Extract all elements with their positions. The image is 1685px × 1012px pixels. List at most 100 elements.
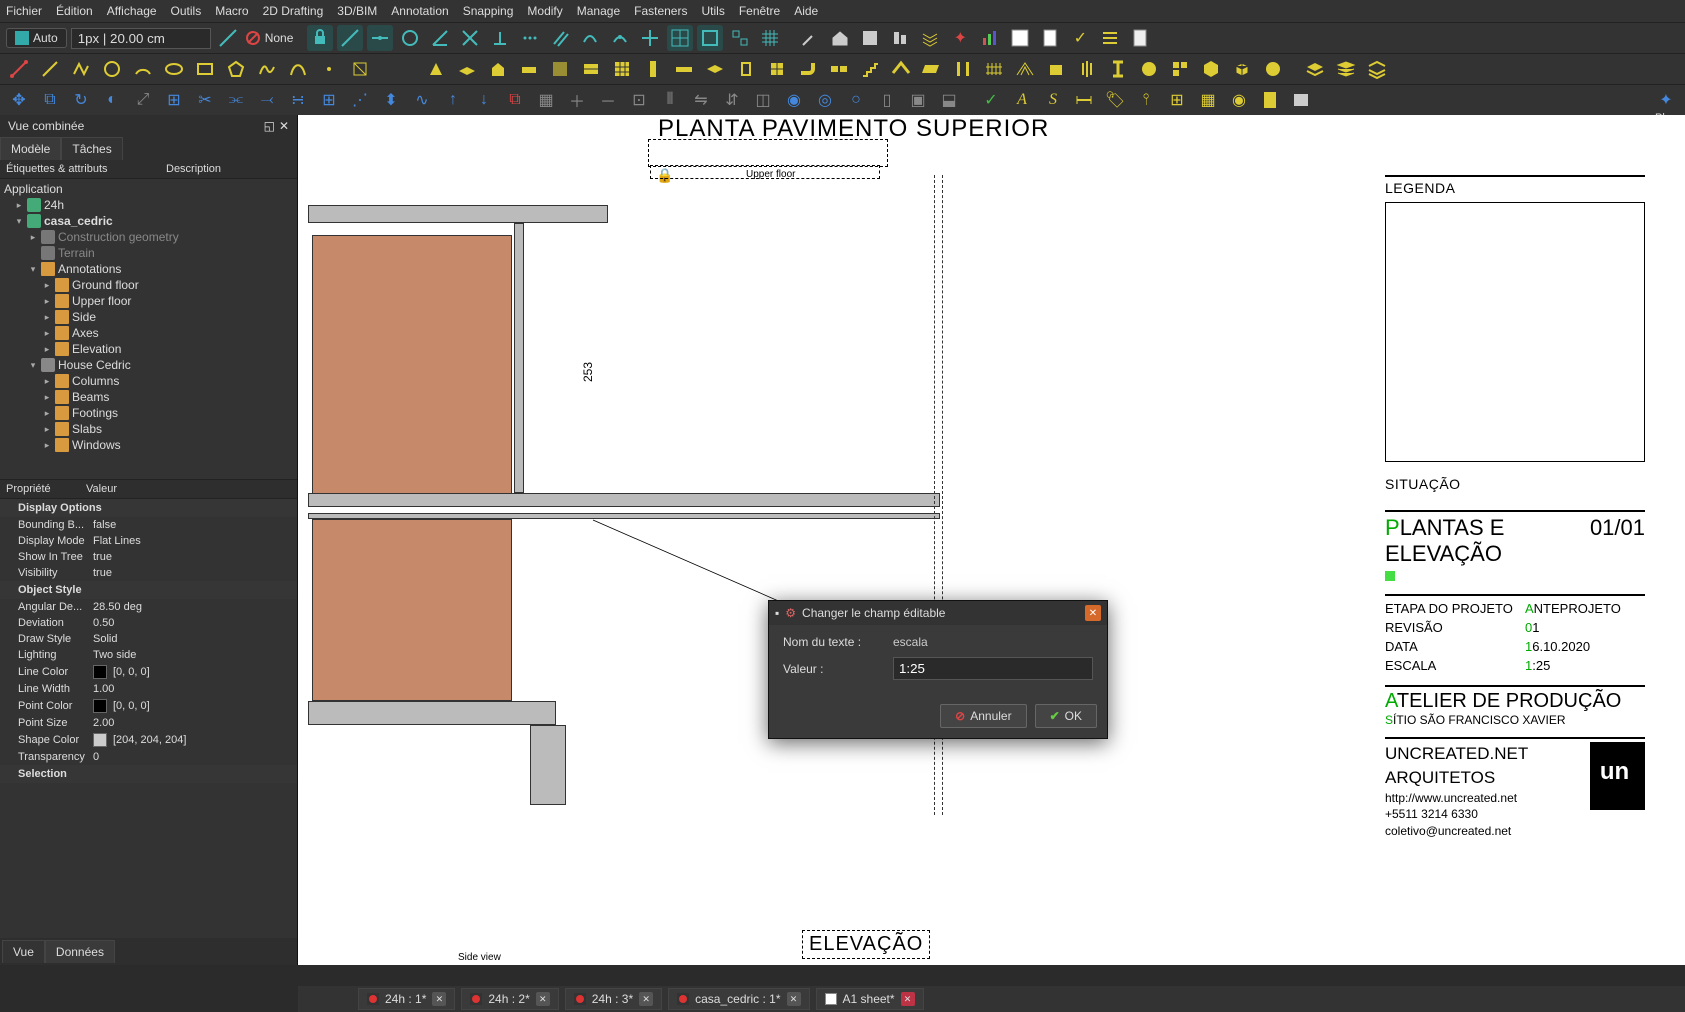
snap-endpoint-icon[interactable] — [337, 25, 363, 51]
axis-icon[interactable]: ✦ — [947, 25, 973, 51]
dialog-close-button[interactable]: ✕ — [1085, 605, 1101, 621]
stretch-icon[interactable]: ▦ — [533, 87, 559, 113]
label-icon[interactable]: 🏷 — [1102, 87, 1128, 113]
bim-box-icon[interactable] — [1229, 56, 1255, 82]
auto-color-button[interactable]: Auto — [6, 28, 67, 48]
bim-component-icon[interactable] — [1198, 56, 1224, 82]
bim-wall-icon[interactable] — [423, 56, 449, 82]
snap-extension-icon[interactable] — [517, 25, 543, 51]
bim-panel-icon[interactable] — [919, 56, 945, 82]
prop-row[interactable]: Bounding B...false — [0, 517, 297, 533]
snap-angle-icon[interactable] — [427, 25, 453, 51]
color-icon[interactable]: ◉ — [1226, 87, 1252, 113]
prop-row[interactable]: Point Color[0, 0, 0] — [0, 697, 297, 715]
bim-material-icon[interactable] — [1136, 56, 1162, 82]
tree-item[interactable]: ▸24h — [0, 197, 297, 213]
mirror2-icon[interactable]: ◫ — [750, 87, 776, 113]
tree-item[interactable]: ▸Construction geometry — [0, 229, 297, 245]
prop-row[interactable]: Deviation0.50 — [0, 615, 297, 631]
cut-plane-icon[interactable]: ▯ — [874, 87, 900, 113]
prop-row[interactable]: Transparency0 — [0, 749, 297, 765]
section-icon[interactable]: ⬓ — [936, 87, 962, 113]
menu-snapping[interactable]: Snapping — [463, 4, 514, 18]
tab-modele[interactable]: Modèle — [0, 137, 61, 160]
array-path-icon[interactable]: ⋰ — [347, 87, 373, 113]
bim-fence-icon[interactable] — [981, 56, 1007, 82]
text-s-icon[interactable]: S — [1040, 87, 1066, 113]
dialog-value-input[interactable] — [893, 657, 1093, 680]
tree-item[interactable]: ▸Slabs — [0, 421, 297, 437]
doc-tab[interactable]: 24h : 1*✕ — [358, 988, 455, 1010]
tree-item[interactable]: ▾casa_cedric — [0, 213, 297, 229]
close-tab-icon[interactable]: ✕ — [432, 992, 446, 1006]
draft-arc-icon[interactable] — [130, 56, 156, 82]
view-icon[interactable] — [1288, 87, 1314, 113]
grid2-icon[interactable]: ⊞ — [1164, 87, 1190, 113]
spreadsheet-icon[interactable] — [1007, 25, 1033, 51]
close-tab-icon[interactable]: ✕ — [787, 992, 801, 1006]
snap-special-icon[interactable] — [577, 25, 603, 51]
align-plus-icon[interactable]: ＋ — [564, 87, 590, 113]
snap-perpendicular-icon[interactable] — [487, 25, 513, 51]
text-doc-icon[interactable] — [1037, 25, 1063, 51]
move-icon[interactable]: ✥ — [6, 87, 32, 113]
bim-slab2-icon[interactable] — [702, 56, 728, 82]
bim-window-icon[interactable] — [764, 56, 790, 82]
bim-column-icon[interactable] — [640, 56, 666, 82]
scale-icon[interactable]: ⤢ — [130, 87, 156, 113]
hatch-icon[interactable]: ▦ — [1195, 87, 1221, 113]
prop-row[interactable]: Shape Color[204, 204, 204] — [0, 731, 297, 749]
snap-grid-icon[interactable] — [667, 25, 693, 51]
site-icon[interactable] — [857, 25, 883, 51]
panel-float-icon[interactable]: ◱ — [264, 119, 275, 133]
close-tab-icon[interactable]: ✕ — [639, 992, 653, 1006]
doc-tab[interactable]: 24h : 3*✕ — [565, 988, 662, 1010]
prop-row[interactable]: Line Color[0, 0, 0] — [0, 663, 297, 681]
dialog-cancel-button[interactable]: ⊘Annuler — [940, 704, 1026, 728]
downgrade-icon[interactable]: ↓ — [471, 87, 497, 113]
bim-floor-icon[interactable] — [516, 56, 542, 82]
close-tab-icon[interactable]: ✕ — [901, 992, 915, 1006]
menu-modify[interactable]: Modify — [527, 4, 562, 18]
tab-vue[interactable]: Vue — [2, 940, 45, 963]
axis2-icon[interactable]: ⫯ — [1133, 87, 1159, 113]
bim-building-icon[interactable] — [485, 56, 511, 82]
prop-row[interactable]: Angular De...28.50 deg — [0, 599, 297, 615]
snap-center-icon[interactable] — [397, 25, 423, 51]
bim-wall2-icon[interactable] — [578, 56, 604, 82]
draft-polyline-icon[interactable] — [68, 56, 94, 82]
panel-close-icon[interactable]: ✕ — [279, 119, 289, 133]
menu-2d-drafting[interactable]: 2D Drafting — [263, 4, 324, 18]
doc-tab[interactable]: casa_cedric : 1*✕ — [668, 988, 809, 1010]
menu-utils[interactable]: Utils — [701, 4, 724, 18]
bim-door-icon[interactable] — [733, 56, 759, 82]
tree-item[interactable]: ▸Elevation — [0, 341, 297, 357]
prop-row[interactable]: Display ModeFlat Lines — [0, 533, 297, 549]
menu-edition[interactable]: Édition — [56, 4, 93, 18]
tab-donnees[interactable]: Données — [45, 940, 115, 963]
bim-layers3-icon[interactable] — [1364, 56, 1390, 82]
align-minus-icon[interactable]: － — [595, 87, 621, 113]
trim-icon[interactable]: ✂ — [192, 87, 218, 113]
extrude-icon[interactable]: ◉ — [781, 87, 807, 113]
mirror-icon[interactable]: ◐ — [99, 87, 125, 113]
draft-point-icon[interactable] — [316, 56, 342, 82]
draft2sketch-icon[interactable]: ⬍ — [378, 87, 404, 113]
draft-polygon-icon[interactable] — [223, 56, 249, 82]
prop-row[interactable]: Show In Treetrue — [0, 549, 297, 565]
chart-icon[interactable] — [977, 25, 1003, 51]
menu-3d-bim[interactable]: 3D/BIM — [337, 4, 377, 18]
building-icon[interactable] — [887, 25, 913, 51]
draft-line-icon[interactable] — [6, 56, 32, 82]
snap-dimensions-icon[interactable] — [727, 25, 753, 51]
array-rect-icon[interactable]: ⊞ — [316, 87, 342, 113]
draft-circle-icon[interactable] — [99, 56, 125, 82]
tab-taches[interactable]: Tâches — [61, 137, 122, 160]
menu-fasteners[interactable]: Fasteners — [634, 4, 687, 18]
properties-panel[interactable]: Display OptionsBounding B...falseDisplay… — [0, 499, 297, 938]
ortho-view-icon[interactable]: ▣ — [905, 87, 931, 113]
array-icon[interactable]: ∺ — [285, 87, 311, 113]
tree-item[interactable]: ▾Annotations — [0, 261, 297, 277]
draft-ellipse-icon[interactable] — [161, 56, 187, 82]
bim-frame-icon[interactable] — [950, 56, 976, 82]
